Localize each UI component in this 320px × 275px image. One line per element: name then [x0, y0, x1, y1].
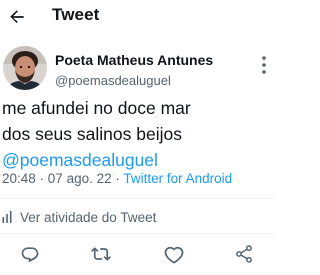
- tweet-text-line: me afundei no doce mar: [2, 98, 191, 118]
- like-button[interactable]: [163, 243, 185, 265]
- bar-chart-icon: [2, 211, 12, 223]
- tweet-text: me afundei no doce mar dos seus salinos …: [2, 95, 272, 173]
- mention-link[interactable]: @poemasdealuguel: [2, 150, 158, 170]
- heart-icon: [164, 246, 184, 264]
- share-icon: [236, 245, 252, 263]
- tweet-metadata: 20:48 · 07 ago. 22 · Twitter for Android: [2, 171, 232, 186]
- arrow-left-icon: [10, 10, 24, 23]
- tweet-actions: [0, 243, 275, 267]
- share-button[interactable]: [233, 243, 255, 265]
- divider: [0, 233, 275, 234]
- more-options-button[interactable]: [257, 54, 271, 76]
- tweet-source-link[interactable]: Twitter for Android: [123, 171, 232, 186]
- view-activity-link[interactable]: Ver atividade do Tweet: [2, 208, 156, 226]
- reply-icon: [21, 247, 39, 263]
- tweet-author: Poeta Matheus Antunes @poemasdealuguel: [0, 44, 275, 94]
- divider: [0, 198, 275, 199]
- retweet-icon: [91, 247, 111, 261]
- author-handle[interactable]: @poemasdealuguel: [55, 73, 171, 88]
- top-bar: Tweet: [0, 0, 275, 36]
- meta-separator: ·: [111, 171, 124, 186]
- tweet-text-line: dos seus salinos beijos: [2, 124, 182, 144]
- tweet-date[interactable]: 07 ago. 22: [48, 171, 112, 186]
- avatar[interactable]: [3, 46, 47, 90]
- avatar-image: [3, 46, 47, 90]
- back-button[interactable]: [6, 6, 28, 28]
- reply-button[interactable]: [19, 243, 41, 265]
- retweet-button[interactable]: [90, 243, 112, 265]
- author-display-name[interactable]: Poeta Matheus Antunes: [55, 52, 213, 68]
- meta-separator: ·: [35, 171, 48, 186]
- page-title: Tweet: [52, 5, 100, 24]
- more-vertical-icon: [262, 56, 266, 74]
- view-activity-label: Ver atividade do Tweet: [20, 209, 157, 225]
- tweet-time[interactable]: 20:48: [2, 171, 36, 186]
